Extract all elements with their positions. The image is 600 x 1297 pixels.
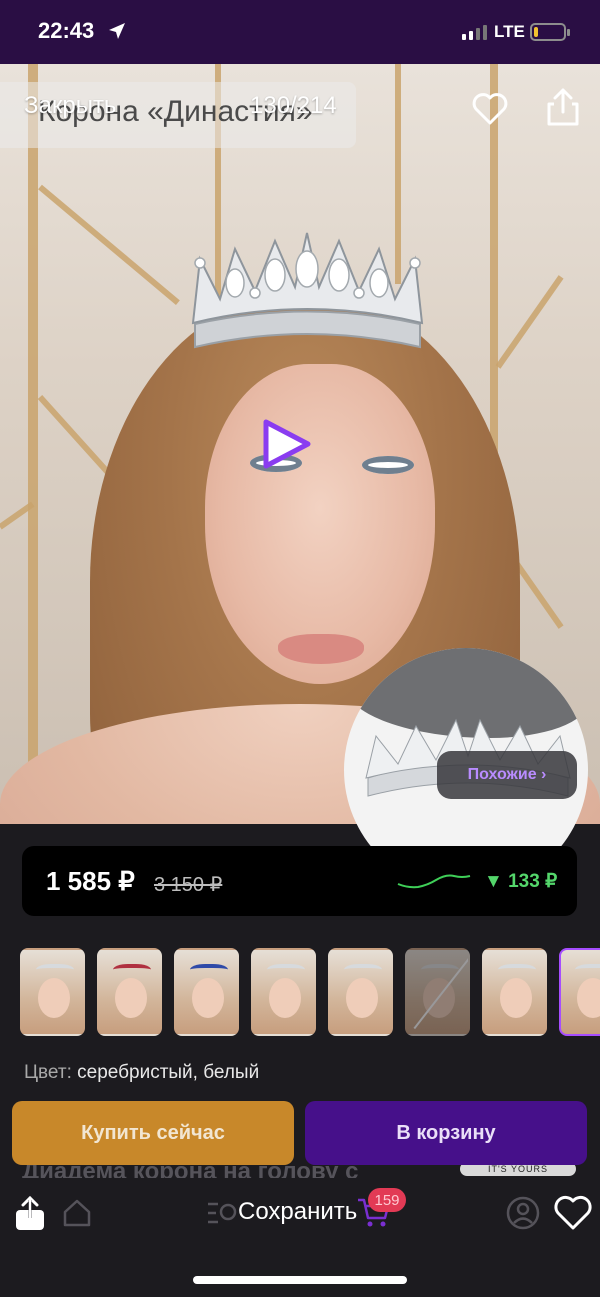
- share-icon[interactable]: [544, 86, 582, 128]
- signal-icon: [462, 24, 487, 40]
- color-info: Цвет: серебристый, белый: [24, 1062, 259, 1084]
- color-value: серебристый, белый: [77, 1062, 260, 1083]
- save-label[interactable]: Сохранить: [238, 1198, 357, 1226]
- variant-thumbnail[interactable]: [97, 948, 162, 1036]
- variant-thumbnail[interactable]: [482, 948, 547, 1036]
- favorite-icon[interactable]: [470, 88, 510, 128]
- product-viewer-screen: 22:43 LTE Корона «Династия» Закрыть 130/…: [0, 0, 600, 1297]
- close-button[interactable]: Закрыть: [24, 92, 116, 120]
- play-video-icon[interactable]: [258, 418, 314, 470]
- profile-icon[interactable]: [506, 1196, 540, 1230]
- buy-now-button[interactable]: Купить сейчас: [12, 1101, 294, 1165]
- home-icon[interactable]: [62, 1198, 92, 1228]
- status-bar: 22:43 LTE: [0, 0, 600, 64]
- similar-button[interactable]: Похожие ›: [437, 751, 577, 799]
- cart-count-badge: 159: [368, 1188, 406, 1212]
- battery-icon: [530, 23, 570, 41]
- catalog-icon[interactable]: [206, 1198, 238, 1228]
- favorite-icon[interactable]: [552, 1192, 594, 1232]
- variant-thumbnail[interactable]: [328, 948, 393, 1036]
- variant-thumbnail[interactable]: [251, 948, 316, 1036]
- location-arrow-icon: [109, 23, 125, 39]
- variant-thumbnails: [20, 948, 600, 1036]
- price-card[interactable]: 1 585 ₽ 3 150 ₽ ▼ 133 ₽: [22, 846, 577, 916]
- old-price: 3 150 ₽: [154, 874, 223, 896]
- crown-image: [191, 232, 424, 349]
- media-counter: 130/214: [250, 92, 337, 119]
- price-drop: ▼ 133 ₽: [484, 871, 558, 892]
- variant-thumbnail[interactable]: [559, 948, 600, 1036]
- color-label: Цвет:: [24, 1062, 72, 1083]
- add-to-cart-button[interactable]: В корзину: [305, 1101, 587, 1165]
- price-trend-sparkline: [397, 874, 471, 889]
- network-type: LTE: [494, 22, 525, 41]
- variant-thumbnail[interactable]: [20, 948, 85, 1036]
- home-indicator: [193, 1276, 407, 1284]
- current-price: 1 585 ₽: [46, 866, 135, 896]
- share-icon[interactable]: [14, 1196, 46, 1232]
- status-time: 22:43: [38, 18, 95, 43]
- variant-thumbnail[interactable]: [174, 948, 239, 1036]
- variant-thumbnail[interactable]: [405, 948, 470, 1036]
